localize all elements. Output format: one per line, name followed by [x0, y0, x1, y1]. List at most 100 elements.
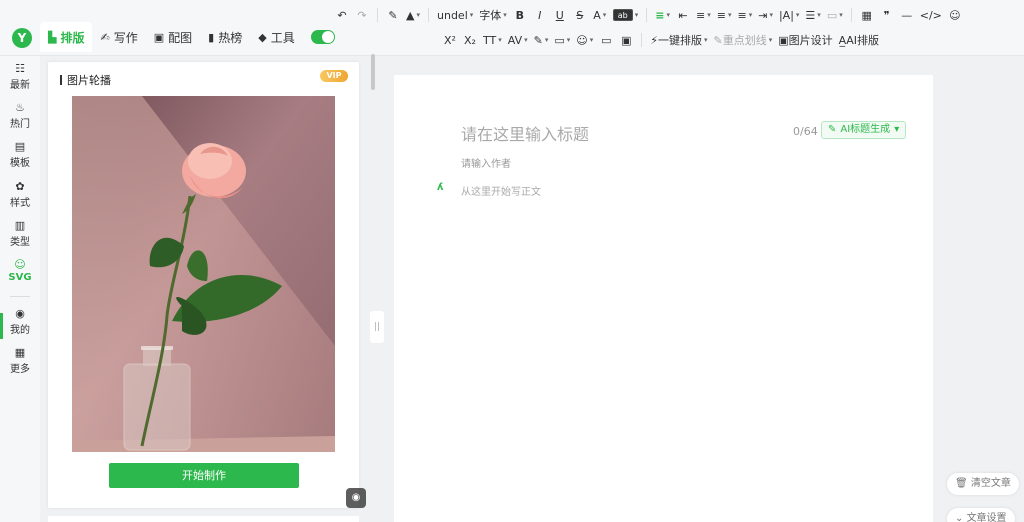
rail-item-hot[interactable]: ♨ 热门 — [0, 101, 40, 130]
author-input[interactable]: 请输入作者 — [461, 155, 511, 170]
clear-format-icon[interactable]: ▲ ▾ — [403, 5, 423, 25]
horizontal-rule-icon[interactable]: — — [897, 5, 917, 25]
smile-icon: ☺ — [14, 258, 26, 271]
magic-wand-icon[interactable]: ✎ ▾ — [531, 30, 552, 50]
ai-title-generate-button[interactable]: ✎ AI标题生成 ▾ — [821, 121, 907, 139]
collapse-panel-handle[interactable]: || — [370, 311, 384, 343]
top-toolbar: Y ▙ 排版 ✍ 写作 ▣ 配图 ▮ 热榜 ◆ 工具 ↶ ↷ ✎ ▲ ▾ undel ▾ 字体… — [0, 0, 1024, 56]
text-case-button[interactable]: TT ▾ — [480, 30, 505, 50]
rail-item-styles[interactable]: ✿ 样式 — [0, 180, 40, 209]
undo-icon[interactable]: ↶ — [332, 5, 352, 25]
ai-layout-button[interactable]: A̲ AI排版 — [836, 30, 882, 50]
letter-spacing-icon[interactable]: ≡ ▾ — [735, 5, 756, 25]
emoji-icon[interactable]: ☺ — [945, 5, 965, 25]
rail-item-latest[interactable]: ☷ 最新 — [0, 62, 40, 91]
pen-icon: ✍ — [100, 30, 110, 44]
table-icon[interactable]: ▦ — [857, 5, 877, 25]
comment-icon: ☷ — [15, 62, 25, 75]
tab-hot[interactable]: ▮ 热榜 — [200, 22, 250, 52]
superscript-button[interactable]: X² — [440, 30, 460, 50]
rail-item-templates[interactable]: ▤ 模板 — [0, 140, 40, 169]
outdent-icon[interactable]: ⇥ ▾ — [755, 5, 776, 25]
tab-images[interactable]: ▣ 配图 — [146, 22, 200, 52]
template-icon: ▤ — [14, 140, 26, 153]
paragraph-spacing-icon[interactable]: ≡ ▾ — [714, 5, 735, 25]
start-making-button[interactable]: 开始制作 — [109, 463, 299, 488]
subscript-button[interactable]: X₂ — [460, 30, 480, 50]
flame-icon: ♨ — [15, 101, 25, 114]
template-title: 图片轮播 — [60, 72, 111, 88]
style-icon: ✿ — [15, 180, 25, 193]
sticker-icon[interactable]: ☺ ▾ — [573, 30, 596, 50]
tab-tools[interactable]: ◆ 工具 — [250, 22, 302, 52]
one-click-layout-button[interactable]: ⚡ 一键排版 ▾ — [647, 30, 710, 50]
app-logo[interactable]: Y — [12, 28, 32, 48]
char-spacing-button[interactable]: AV ▾ — [505, 30, 531, 50]
insert-image-icon[interactable]: ▭ ▾ — [551, 30, 573, 50]
italic-button[interactable]: I — [530, 5, 550, 25]
rose-photo — [72, 96, 335, 452]
indent-icon[interactable]: ⇤ — [673, 5, 693, 25]
body-input[interactable]: 从这里开始写正文 — [461, 183, 541, 198]
format-toolbar-row-2: X² X₂ TT ▾ AV ▾ ✎ ▾ ▭ ▾ ☺ ▾ ▭ ▣ ⚡ 一键排版 ▾ ✎ 重点划线 ▾… — [440, 30, 882, 50]
template-card-next — [48, 516, 359, 522]
image-design-button[interactable]: ▣ 图片设计 — [775, 30, 835, 50]
article-editor: 请在这里输入标题 0/64 ✎ AI标题生成 ▾ 请输入作者 ʎ 从这里开始写正文 — [394, 75, 933, 522]
line-height-icon[interactable]: ≡ ▾ — [693, 5, 714, 25]
left-rail: ☷ 最新 ♨ 热门 ▤ 模板 ✿ 样式 ▥ 类型 ☺ SVG ◉ 我的 ▦ 更多 — [0, 56, 40, 522]
quote-icon[interactable]: ❞ — [877, 5, 897, 25]
rail-item-types[interactable]: ▥ 类型 — [0, 219, 40, 248]
list-icon[interactable]: ☰ ▾ — [802, 5, 823, 25]
image-icon: ▣ — [778, 33, 789, 47]
align-left-icon[interactable]: ≡ ▾ — [652, 5, 673, 25]
ai-icon: A̲ — [838, 33, 847, 47]
redo-icon[interactable]: ↷ — [352, 5, 372, 25]
divider — [646, 8, 648, 22]
preview-eye-icon[interactable]: ◉ — [346, 488, 366, 508]
strikethrough-button[interactable]: S — [570, 5, 590, 25]
columns-icon: ▥ — [14, 219, 26, 232]
template-card: 图片轮播 VIP ◉ 开始制作 — [48, 62, 366, 508]
highlight-line-button[interactable]: ✎ 重点划线 ▾ — [711, 30, 776, 50]
font-size-select[interactable]: undel ▾ — [434, 5, 476, 25]
clear-article-button[interactable]: 🗑 清空文章 — [947, 473, 1019, 495]
bookmark-icon: ▮ — [208, 30, 215, 44]
format-painter-icon[interactable]: ✎ — [383, 5, 403, 25]
rail-item-mine[interactable]: ◉ 我的 — [0, 307, 40, 336]
theme-toggle[interactable] — [310, 30, 335, 44]
brush-icon: ✎ — [713, 33, 723, 47]
chevron-down-icon: ⌄ — [955, 513, 967, 522]
title-input[interactable]: 请在这里输入标题 — [461, 121, 589, 145]
layout-icon: ▙ — [48, 30, 57, 44]
background-color-button[interactable]: ab ▾ — [610, 5, 642, 25]
panel-scrollbar[interactable] — [371, 54, 375, 90]
magic-wand-icon: ✎ — [828, 124, 837, 135]
underline-button[interactable]: U — [550, 5, 570, 25]
ai-assist-icon[interactable]: ʎ — [437, 182, 444, 193]
divider — [377, 8, 378, 22]
rail-item-more[interactable]: ▦ 更多 — [0, 346, 40, 375]
image-icon: ▣ — [153, 30, 165, 44]
text-spacing-icon[interactable]: |A| ▾ — [776, 5, 802, 25]
format-toolbar-row-1: ↶ ↷ ✎ ▲ ▾ undel ▾ 字体 ▾ B I U S A ▾ ab ▾ ≡ ▾ ⇤ … — [332, 5, 965, 25]
vip-badge: VIP — [320, 70, 348, 82]
trash-icon: 🗑 — [955, 478, 971, 489]
main-tabs: ▙ 排版 ✍ 写作 ▣ 配图 ▮ 热榜 ◆ 工具 — [40, 22, 335, 52]
toolbox-icon: ◆ — [258, 30, 267, 44]
rail-item-svg[interactable]: ☺ SVG — [0, 258, 40, 283]
code-icon[interactable]: </> — [917, 5, 945, 25]
font-family-select[interactable]: 字体 ▾ — [476, 5, 510, 25]
template-preview-image[interactable] — [72, 96, 335, 452]
bold-button[interactable]: B — [510, 5, 530, 25]
divider — [428, 8, 429, 22]
html-icon[interactable]: ▭ — [596, 30, 616, 50]
title-char-count: 0/64 — [793, 125, 818, 138]
tab-writing[interactable]: ✍ 写作 — [92, 22, 145, 52]
article-settings-button[interactable]: ⌄ 文章设置 — [947, 508, 1015, 522]
border-icon[interactable]: ▭ ▾ — [824, 5, 846, 25]
font-color-button[interactable]: A ▾ — [590, 5, 610, 25]
chevron-down-icon: ▾ — [894, 124, 900, 135]
tab-layout[interactable]: ▙ 排版 — [40, 22, 93, 52]
briefcase-icon[interactable]: ▣ — [616, 30, 636, 50]
divider — [10, 296, 30, 297]
